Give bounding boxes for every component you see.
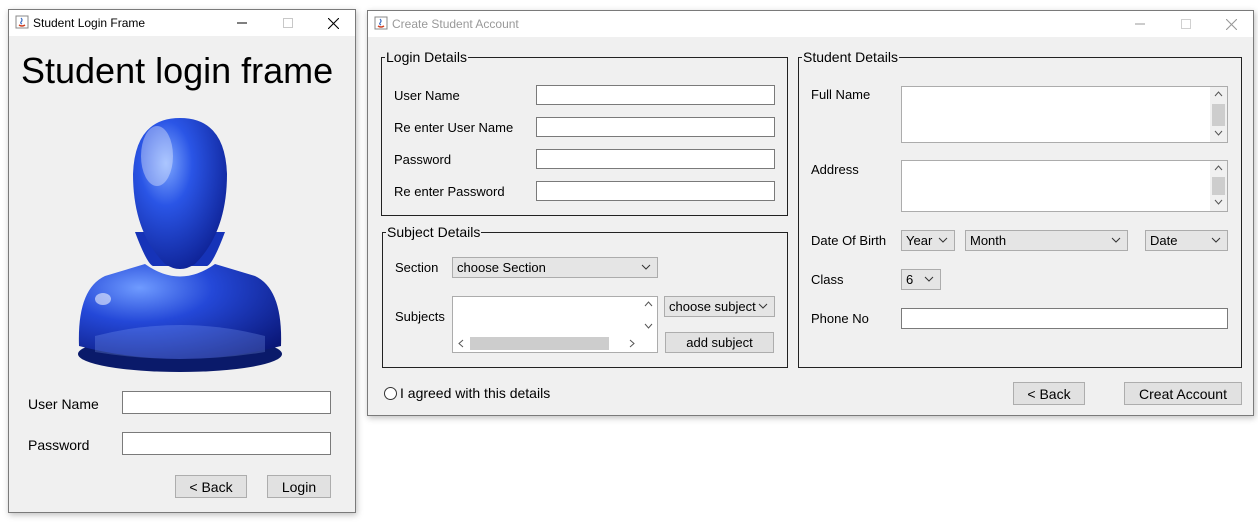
java-icon: [374, 16, 388, 30]
username-label: User Name: [28, 396, 99, 412]
full-name-scrollbar[interactable]: [1210, 87, 1227, 142]
password-label: Password: [394, 152, 452, 167]
back-button[interactable]: < Back: [175, 475, 247, 498]
section-selected: choose Section: [457, 260, 546, 275]
add-subject-button[interactable]: add subject: [665, 332, 774, 353]
maximize-icon: [1181, 19, 1191, 29]
subjects-vertical-scrollbar[interactable]: [640, 297, 657, 335]
create-account-window: Create Student Account Login Details Use…: [367, 10, 1254, 416]
subjects-horizontal-scrollbar[interactable]: [453, 335, 640, 352]
login-details-legend: Login Details: [386, 49, 467, 65]
maximize-button[interactable]: [1163, 11, 1209, 37]
maximize-button[interactable]: [265, 10, 311, 36]
reenter-password-input[interactable]: [536, 181, 775, 201]
date-selected: Date: [1150, 233, 1178, 248]
minimize-icon: [1135, 23, 1145, 25]
phone-input[interactable]: [901, 308, 1228, 329]
chevron-down-icon: [1111, 237, 1121, 243]
scroll-left-right-icon: [458, 339, 635, 348]
subject-selected: choose subject: [669, 299, 756, 314]
subjects-list[interactable]: [452, 296, 658, 353]
back-button[interactable]: < Back: [1013, 382, 1085, 405]
login-button[interactable]: Login: [267, 475, 331, 498]
close-icon: [327, 17, 339, 29]
login-titlebar: Student Login Frame: [9, 10, 355, 36]
class-label: Class: [811, 272, 844, 287]
chevron-down-icon: [758, 303, 768, 309]
close-icon: [1225, 18, 1237, 30]
close-button[interactable]: [1208, 11, 1254, 37]
password-label: Password: [28, 437, 90, 453]
year-dropdown[interactable]: Year: [901, 230, 955, 251]
reenter-username-label: Re enter User Name: [394, 120, 514, 135]
username-label: User Name: [394, 88, 460, 103]
phone-label: Phone No: [811, 311, 869, 326]
login-window-title: Student Login Frame: [33, 16, 146, 30]
student-login-window: Student Login Frame Student login frame: [8, 9, 356, 513]
scroll-arrows-icon: [1214, 91, 1223, 136]
full-name-textarea[interactable]: [901, 86, 1228, 143]
class-dropdown[interactable]: 6: [901, 269, 941, 290]
class-selected: 6: [906, 272, 914, 287]
scroll-arrows-icon: [644, 301, 653, 329]
year-selected: Year: [906, 233, 933, 248]
chevron-down-icon: [924, 276, 934, 282]
chevron-down-icon: [938, 237, 948, 243]
full-name-label: Full Name: [811, 87, 871, 102]
month-dropdown[interactable]: Month: [965, 230, 1128, 251]
scroll-arrows-icon: [1214, 165, 1223, 205]
address-label: Address: [811, 162, 859, 177]
account-titlebar: Create Student Account: [368, 11, 1253, 37]
section-label: Section: [395, 260, 439, 275]
minimize-button[interactable]: [1117, 11, 1163, 37]
password-input[interactable]: [536, 149, 775, 169]
user-avatar-icon: [78, 118, 282, 372]
address-textarea[interactable]: [901, 160, 1228, 212]
java-icon: [15, 15, 29, 29]
minimize-icon: [237, 22, 247, 24]
account-window-title: Create Student Account: [392, 17, 519, 31]
date-dropdown[interactable]: Date: [1145, 230, 1228, 251]
close-button[interactable]: [310, 10, 356, 36]
subject-details-legend: Subject Details: [387, 224, 481, 240]
page-title: Student login frame: [21, 50, 334, 91]
address-scrollbar[interactable]: [1210, 161, 1227, 211]
dob-label: Date Of Birth: [811, 233, 887, 248]
month-selected: Month: [970, 233, 1007, 248]
maximize-icon: [283, 18, 293, 28]
chevron-down-icon: [1211, 237, 1221, 243]
username-input[interactable]: [536, 85, 775, 105]
minimize-button[interactable]: [219, 10, 265, 36]
section-dropdown[interactable]: choose Section: [452, 257, 658, 278]
chevron-down-icon: [641, 264, 651, 270]
reenter-password-label: Re enter Password: [394, 184, 505, 199]
agree-radio[interactable]: [384, 387, 397, 400]
subjects-label: Subjects: [395, 309, 445, 324]
create-account-button[interactable]: Creat Account: [1124, 382, 1242, 405]
subject-dropdown[interactable]: choose subject: [664, 296, 775, 317]
reenter-username-input[interactable]: [536, 117, 775, 137]
password-input[interactable]: [122, 432, 331, 455]
username-input[interactable]: [122, 391, 331, 414]
agree-label: I agreed with this details: [400, 385, 551, 401]
student-details-legend: Student Details: [803, 49, 898, 65]
